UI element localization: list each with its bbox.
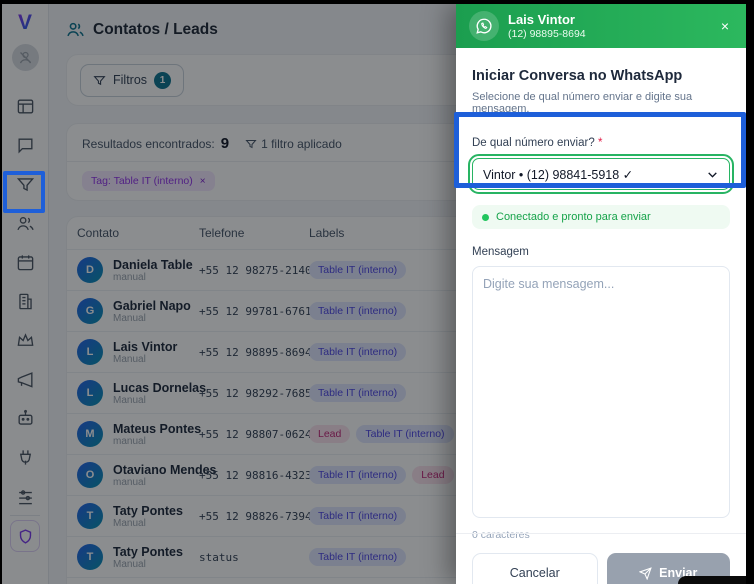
screenshot-frame: V Contatos / Leads Filtros 1 Resultados … [0, 0, 754, 584]
from-number-label: De qual número enviar? * [472, 137, 730, 149]
dialog-subtitle: Selecione de qual número enviar e digite… [472, 91, 693, 115]
whatsapp-panel: Lais Vintor (12) 98895-8694 × Iniciar Co… [456, 4, 746, 584]
corner-black-shape [678, 576, 746, 584]
contact-info: Lais Vintor (12) 98895-8694 [508, 12, 708, 40]
footer-divider [456, 533, 746, 534]
app-window: V Contatos / Leads Filtros 1 Resultados … [2, 4, 746, 584]
modal-dim-overlay[interactable] [2, 4, 456, 584]
connection-status: Conectado e pronto para enviar [472, 205, 730, 229]
from-number-label-text: De qual número enviar? [472, 137, 595, 149]
close-icon[interactable]: × [717, 14, 733, 38]
contact-name: Lais Vintor [508, 11, 575, 27]
whatsapp-icon [469, 11, 499, 41]
whatsapp-panel-header: Lais Vintor (12) 98895-8694 × [456, 4, 746, 48]
number-select-value: Vintor • (12) 98841-5918 ✓ [483, 167, 634, 182]
dialog-title: Iniciar Conversa no WhatsApp [472, 68, 683, 84]
status-dot-icon [482, 213, 489, 221]
number-select[interactable]: Vintor • (12) 98841-5918 ✓ [468, 154, 734, 194]
required-asterisk: * [597, 137, 603, 149]
message-label: Mensagem [472, 246, 529, 258]
char-count: 0 caracteres [472, 529, 530, 541]
panel-body: Iniciar Conversa no WhatsApp Selecione d… [456, 48, 746, 541]
connection-status-text: Conectado e pronto para enviar [496, 211, 651, 223]
message-input[interactable] [472, 266, 730, 518]
contact-phone: (12) 98895-8694 [508, 28, 586, 41]
chevron-down-icon [708, 171, 717, 178]
cancel-button[interactable]: Cancelar [472, 553, 598, 584]
paper-plane-icon [639, 566, 652, 580]
